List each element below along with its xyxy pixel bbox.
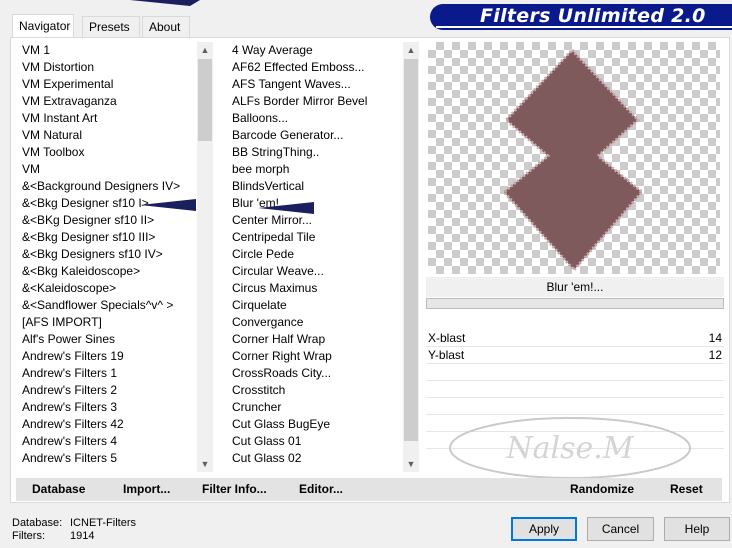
filter-item[interactable]: Corner Half Wrap [232, 331, 367, 348]
filter-item[interactable]: Balloons... [232, 110, 367, 127]
param-slot [426, 364, 724, 381]
category-item[interactable]: Alf's Power Sines [22, 331, 180, 348]
category-item[interactable]: &<Bkg Kaleidoscope> [22, 263, 180, 280]
reset-button[interactable]: Reset [670, 482, 703, 496]
editor-button[interactable]: Editor... [299, 482, 343, 496]
filter-item[interactable]: Corner Right Wrap [232, 348, 367, 365]
randomize-button[interactable]: Randomize [570, 482, 634, 496]
tab-navigator[interactable]: Navigator [12, 14, 74, 38]
filter-item[interactable]: Circular Weave... [232, 263, 367, 280]
filters-label: Filters: [12, 530, 45, 542]
filter-item[interactable]: ALFs Border Mirror Bevel [232, 93, 367, 110]
filter-item[interactable]: Cut Glass 02 [232, 450, 367, 467]
filters-count: 1914 [70, 530, 95, 542]
preview-area [428, 42, 720, 274]
category-item[interactable]: Andrew's Filters 3 [22, 399, 180, 416]
app-title: Filters Unlimited 2.0 [480, 5, 706, 27]
category-item[interactable]: &<Sandflower Specials^v^ > [22, 297, 180, 314]
filter-item[interactable]: Circus Maximus [232, 280, 367, 297]
filter-item[interactable]: AF62 Effected Emboss... [232, 59, 367, 76]
database-button[interactable]: Database [32, 482, 85, 496]
param-value[interactable]: 14 [709, 330, 722, 347]
category-item[interactable]: VM Extravaganza [22, 93, 180, 110]
filter-item[interactable]: BB StringThing.. [232, 144, 367, 161]
category-item[interactable]: Andrew's Filters 42 [22, 416, 180, 433]
category-item[interactable]: &<Bkg Designer sf10 III> [22, 229, 180, 246]
pointer-arrow-category [140, 199, 196, 211]
import-button[interactable]: Import... [123, 482, 170, 496]
filter-item[interactable]: Crosstitch [232, 382, 367, 399]
param-y-blast[interactable]: Y-blast 12 [426, 347, 724, 364]
apply-button[interactable]: Apply [511, 517, 577, 541]
filter-item[interactable]: BlindsVertical [232, 178, 367, 195]
database-value: ICNET-Filters [70, 517, 136, 529]
category-item[interactable]: Andrew's Filters 1 [22, 365, 180, 382]
category-item[interactable]: VM 1 [22, 42, 180, 59]
category-item[interactable]: &<BKg Designer sf10 II> [22, 212, 180, 229]
category-list[interactable]: VM 1 VM Distortion VM Experimental VM Extra… [16, 42, 198, 472]
category-item[interactable]: VM Toolbox [22, 144, 180, 161]
pointer-arrow-filter [258, 202, 314, 214]
param-slot [426, 381, 724, 398]
category-item[interactable]: Andrew's Filters 5 [22, 450, 180, 467]
help-button[interactable]: Help [664, 517, 730, 541]
filter-item[interactable]: CrossRoads City... [232, 365, 367, 382]
pointer-arrow-top [130, 0, 200, 6]
filter-item[interactable]: Barcode Generator... [232, 127, 367, 144]
category-item[interactable]: &<Bkg Designers sf10 IV> [22, 246, 180, 263]
category-item[interactable]: &<Kaleidoscope> [22, 280, 180, 297]
selected-filter-name: Blur 'em!... [426, 277, 724, 297]
filter-item[interactable]: Cirquelate [232, 297, 367, 314]
scroll-down-arrow[interactable]: ▼ [197, 456, 213, 472]
watermark-text: Nalse.M [505, 431, 634, 466]
filter-item[interactable]: Centripedal Tile [232, 229, 367, 246]
filter-item[interactable]: bee morph [232, 161, 367, 178]
filter-scrollbar[interactable]: ▲ ▼ [403, 42, 419, 472]
param-label: X-blast [428, 331, 466, 345]
category-item[interactable]: Andrew's Filters 4 [22, 433, 180, 450]
param-x-blast[interactable]: X-blast 14 [426, 330, 724, 347]
filter-item[interactable]: Circle Pede [232, 246, 367, 263]
category-item[interactable]: [AFS IMPORT] [22, 314, 180, 331]
filter-info-button[interactable]: Filter Info... [202, 482, 267, 496]
category-item[interactable]: VM Experimental [22, 76, 180, 93]
bottom-toolbar: Database Import... Filter Info... Editor… [16, 478, 722, 501]
scroll-up-arrow[interactable]: ▲ [197, 42, 213, 58]
filter-item[interactable]: 4 Way Average [232, 42, 367, 59]
category-item[interactable]: VM Instant Art [22, 110, 180, 127]
category-item[interactable]: Andrew's Filters 2 [22, 382, 180, 399]
param-label: Y-blast [428, 348, 465, 362]
filter-item[interactable]: Convergance [232, 314, 367, 331]
filter-list[interactable]: 4 Way Average AF62 Effected Emboss... AFS … [220, 42, 404, 472]
tab-bar: Navigator Presets About [10, 14, 430, 38]
filter-item[interactable]: Cruncher [232, 399, 367, 416]
scroll-thumb[interactable] [404, 59, 418, 441]
filter-item[interactable]: Cut Glass BugEye [232, 416, 367, 433]
scroll-up-arrow[interactable]: ▲ [403, 42, 419, 58]
category-scrollbar[interactable]: ▲ ▼ [197, 42, 213, 472]
filter-item[interactable]: Cut Glass 01 [232, 433, 367, 450]
progress-bar [426, 298, 724, 309]
tab-about[interactable]: About [142, 16, 190, 38]
category-item[interactable]: Andrew's Filters 19 [22, 348, 180, 365]
tab-presets[interactable]: Presets [82, 16, 140, 38]
category-item[interactable]: VM [22, 161, 180, 178]
cancel-button[interactable]: Cancel [587, 517, 654, 541]
param-value[interactable]: 12 [709, 347, 722, 364]
preview-shape [501, 47, 645, 273]
scroll-thumb[interactable] [198, 59, 212, 141]
filter-item[interactable]: AFS Tangent Waves... [232, 76, 367, 93]
category-item[interactable]: VM Distortion [22, 59, 180, 76]
database-label: Database: [12, 517, 63, 529]
category-item[interactable]: &<Background Designers IV> [22, 178, 180, 195]
scroll-down-arrow[interactable]: ▼ [403, 456, 419, 472]
category-item[interactable]: VM Natural [22, 127, 180, 144]
